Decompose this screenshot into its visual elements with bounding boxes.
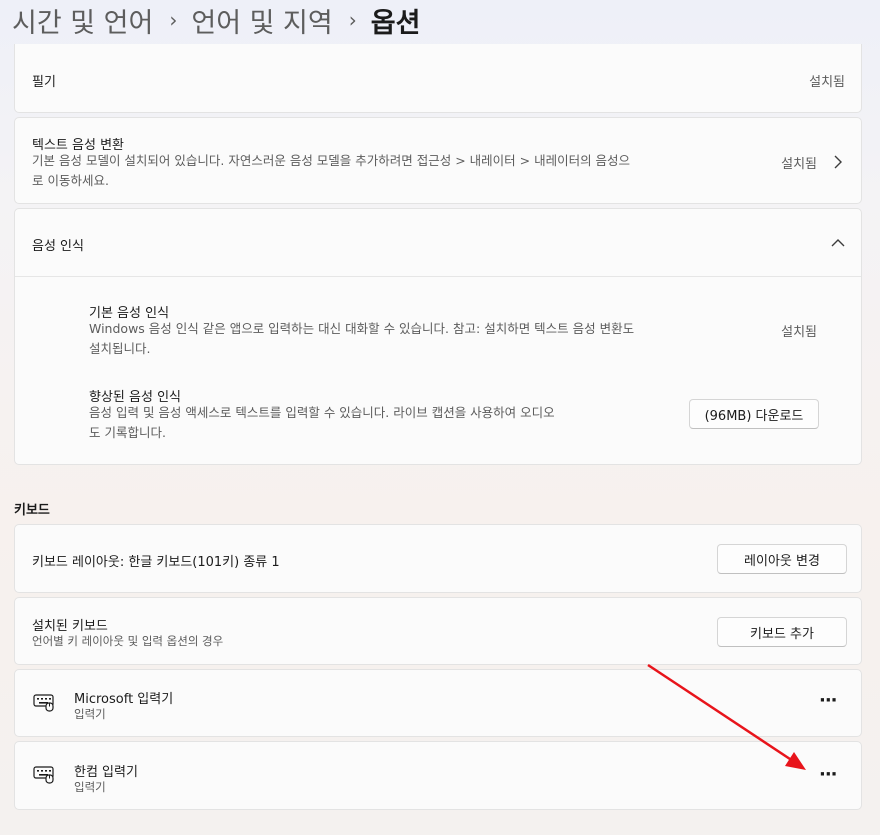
speech-title: 음성 인식 bbox=[32, 239, 84, 254]
breadcrumb-time-language[interactable]: 시간 및 언어 bbox=[12, 1, 153, 40]
tts-status: 설치됨 bbox=[781, 157, 817, 172]
breadcrumb: 시간 및 언어 › 언어 및 지역 › 옵션 bbox=[12, 0, 420, 42]
basic-speech-status: 설치됨 bbox=[781, 325, 817, 340]
handwriting-title: 필기 bbox=[32, 75, 56, 90]
speech-card: 음성 인식 기본 음성 인식 Windows 음성 인식 같은 앱으로 입력하는… bbox=[14, 208, 862, 465]
chevron-up-icon bbox=[831, 239, 845, 247]
handwriting-card: 필기 설치됨 bbox=[14, 44, 862, 113]
page-title: 옵션 bbox=[370, 7, 421, 39]
speech-header[interactable]: 음성 인식 bbox=[15, 209, 861, 277]
more-options-icon[interactable]: ··· bbox=[819, 764, 837, 785]
basic-speech-description: Windows 음성 인식 같은 앱으로 입력하는 대신 대화할 수 있습니다.… bbox=[89, 319, 769, 359]
enhanced-speech-description: 음성 입력 및 음성 액세스로 텍스트를 입력할 수 있습니다. 라이브 캡션을… bbox=[89, 403, 689, 443]
breadcrumb-language-region[interactable]: 언어 및 지역 bbox=[191, 1, 332, 40]
tts-card[interactable]: 텍스트 음성 변환 기본 음성 모델이 설치되어 있습니다. 자연스러운 음성 … bbox=[14, 117, 862, 204]
chevron-right-icon bbox=[834, 155, 842, 169]
keyboard-icon bbox=[33, 766, 54, 784]
tts-description-line2: 로 이동하세요. bbox=[32, 173, 109, 188]
add-keyboard-button[interactable]: 키보드 추가 bbox=[717, 617, 847, 647]
ime-subtitle: 입력기 bbox=[74, 780, 106, 794]
download-button[interactable]: (96MB) 다운로드 bbox=[689, 399, 819, 429]
installed-keyboards-subtitle: 언어별 키 레이아웃 및 입력 옵션의 경우 bbox=[32, 634, 224, 648]
breadcrumb-separator-icon: › bbox=[169, 8, 178, 32]
basic-speech-description-line2: 설치됩니다. bbox=[89, 341, 151, 356]
ime-subtitle: 입력기 bbox=[74, 707, 106, 721]
keyboard-layout-title: 키보드 레이아웃: 한글 키보드(101키) 종류 1 bbox=[32, 555, 280, 570]
handwriting-status: 설치됨 bbox=[809, 75, 845, 90]
keyboard-section-label: 키보드 bbox=[14, 503, 50, 518]
ime-item-hancom: 한컴 입력기 입력기 ··· bbox=[14, 741, 862, 810]
keyboard-icon bbox=[33, 694, 54, 712]
tts-description: 기본 음성 모델이 설치되어 있습니다. 자연스러운 음성 모델을 추가하려면 … bbox=[32, 151, 762, 191]
enhanced-speech-description-line1: 음성 입력 및 음성 액세스로 텍스트를 입력할 수 있습니다. 라이브 캡션을… bbox=[89, 405, 555, 420]
breadcrumb-separator-icon: › bbox=[348, 8, 357, 32]
enhanced-speech-description-line2: 도 기록합니다. bbox=[89, 425, 166, 440]
basic-speech-description-line1: Windows 음성 인식 같은 앱으로 입력하는 대신 대화할 수 있습니다.… bbox=[89, 321, 635, 336]
installed-keyboards-card: 설치된 키보드 언어별 키 레이아웃 및 입력 옵션의 경우 키보드 추가 bbox=[14, 597, 862, 665]
change-layout-button[interactable]: 레이아웃 변경 bbox=[717, 544, 847, 574]
keyboard-layout-card: 키보드 레이아웃: 한글 키보드(101키) 종류 1 레이아웃 변경 bbox=[14, 524, 862, 593]
more-options-icon[interactable]: ··· bbox=[819, 690, 837, 711]
ime-item-microsoft: Microsoft 입력기 입력기 ··· bbox=[14, 669, 862, 737]
tts-description-line1: 기본 음성 모델이 설치되어 있습니다. 자연스러운 음성 모델을 추가하려면 … bbox=[32, 153, 631, 168]
